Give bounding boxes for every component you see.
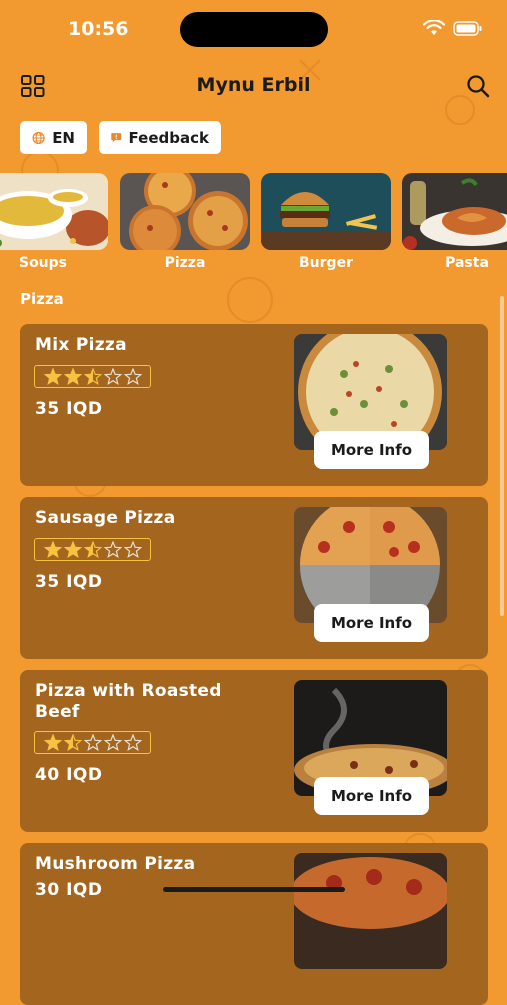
star-icon	[103, 368, 122, 385]
menu-item-card[interactable]: Mix Pizza 35 IQD More Info	[20, 324, 488, 486]
item-price: 35 IQD	[35, 572, 103, 592]
category-pizza[interactable]: Pizza	[120, 173, 250, 271]
star-icon	[63, 368, 82, 385]
feedback-button[interactable]: Feedback	[99, 121, 221, 154]
battery-icon	[453, 20, 482, 36]
category-label: Pizza	[164, 255, 206, 271]
home-indicator[interactable]	[163, 887, 345, 892]
more-info-button[interactable]: More Info	[314, 431, 429, 469]
category-pasta[interactable]: Pasta	[402, 173, 507, 271]
menu-item-card[interactable]: Mushroom Pizza 30 IQD	[20, 843, 488, 1005]
menu-item-card[interactable]: Pizza with Roasted Beef 40 IQD More Info	[20, 670, 488, 832]
globe-icon	[32, 131, 45, 144]
star-icon	[43, 368, 62, 385]
pizza-category-image	[120, 173, 250, 250]
scrollbar[interactable]	[500, 296, 504, 616]
feedback-label: Feedback	[128, 128, 209, 147]
soups-image	[0, 173, 108, 250]
more-info-button[interactable]: More Info	[314, 777, 429, 815]
item-price: 40 IQD	[35, 765, 103, 785]
star-icon	[43, 541, 62, 558]
star-icon	[103, 734, 122, 751]
item-name: Sausage Pizza	[35, 508, 176, 528]
mushroom-pizza-image	[294, 853, 447, 969]
app-header: Mynu Erbil	[0, 66, 507, 106]
status-time: 10:56	[68, 18, 129, 40]
pasta-category-image	[402, 173, 507, 250]
search-icon[interactable]	[465, 73, 491, 99]
star-icon	[43, 734, 62, 751]
star-icon	[123, 368, 142, 385]
rating-stars	[34, 731, 151, 754]
star-icon	[103, 541, 122, 558]
item-name: Mushroom Pizza	[35, 854, 196, 874]
item-name: Mix Pizza	[35, 335, 127, 355]
burger-category-image	[261, 173, 391, 250]
language-label: EN	[52, 128, 75, 147]
star-icon	[123, 734, 142, 751]
item-price: 35 IQD	[35, 399, 103, 419]
rating-stars	[34, 538, 151, 561]
category-label: Pasta	[445, 255, 489, 271]
rating-stars	[34, 365, 151, 388]
status-icons	[423, 20, 483, 36]
wifi-icon	[423, 20, 445, 35]
star-icon	[83, 541, 102, 558]
language-button[interactable]: EN	[20, 121, 87, 154]
star-icon	[63, 734, 82, 751]
star-icon	[123, 541, 142, 558]
menu-item-card[interactable]: Sausage Pizza 35 IQD More Info	[20, 497, 488, 659]
category-label: Burger	[299, 255, 353, 271]
category-label: Soups	[18, 255, 68, 271]
star-icon	[83, 368, 102, 385]
category-soups[interactable]: Soups	[0, 173, 108, 271]
feedback-icon	[111, 133, 122, 143]
star-icon	[63, 541, 82, 558]
item-name: Pizza with Roasted Beef	[35, 681, 222, 722]
page-title: Mynu Erbil	[196, 74, 311, 96]
status-bar: 10:56	[0, 0, 507, 58]
more-info-button[interactable]: More Info	[314, 604, 429, 642]
category-burger[interactable]: Burger	[261, 173, 391, 271]
item-price: 30 IQD	[35, 880, 103, 900]
dynamic-island	[180, 12, 328, 47]
star-icon	[83, 734, 102, 751]
section-title: Pizza	[20, 290, 64, 308]
